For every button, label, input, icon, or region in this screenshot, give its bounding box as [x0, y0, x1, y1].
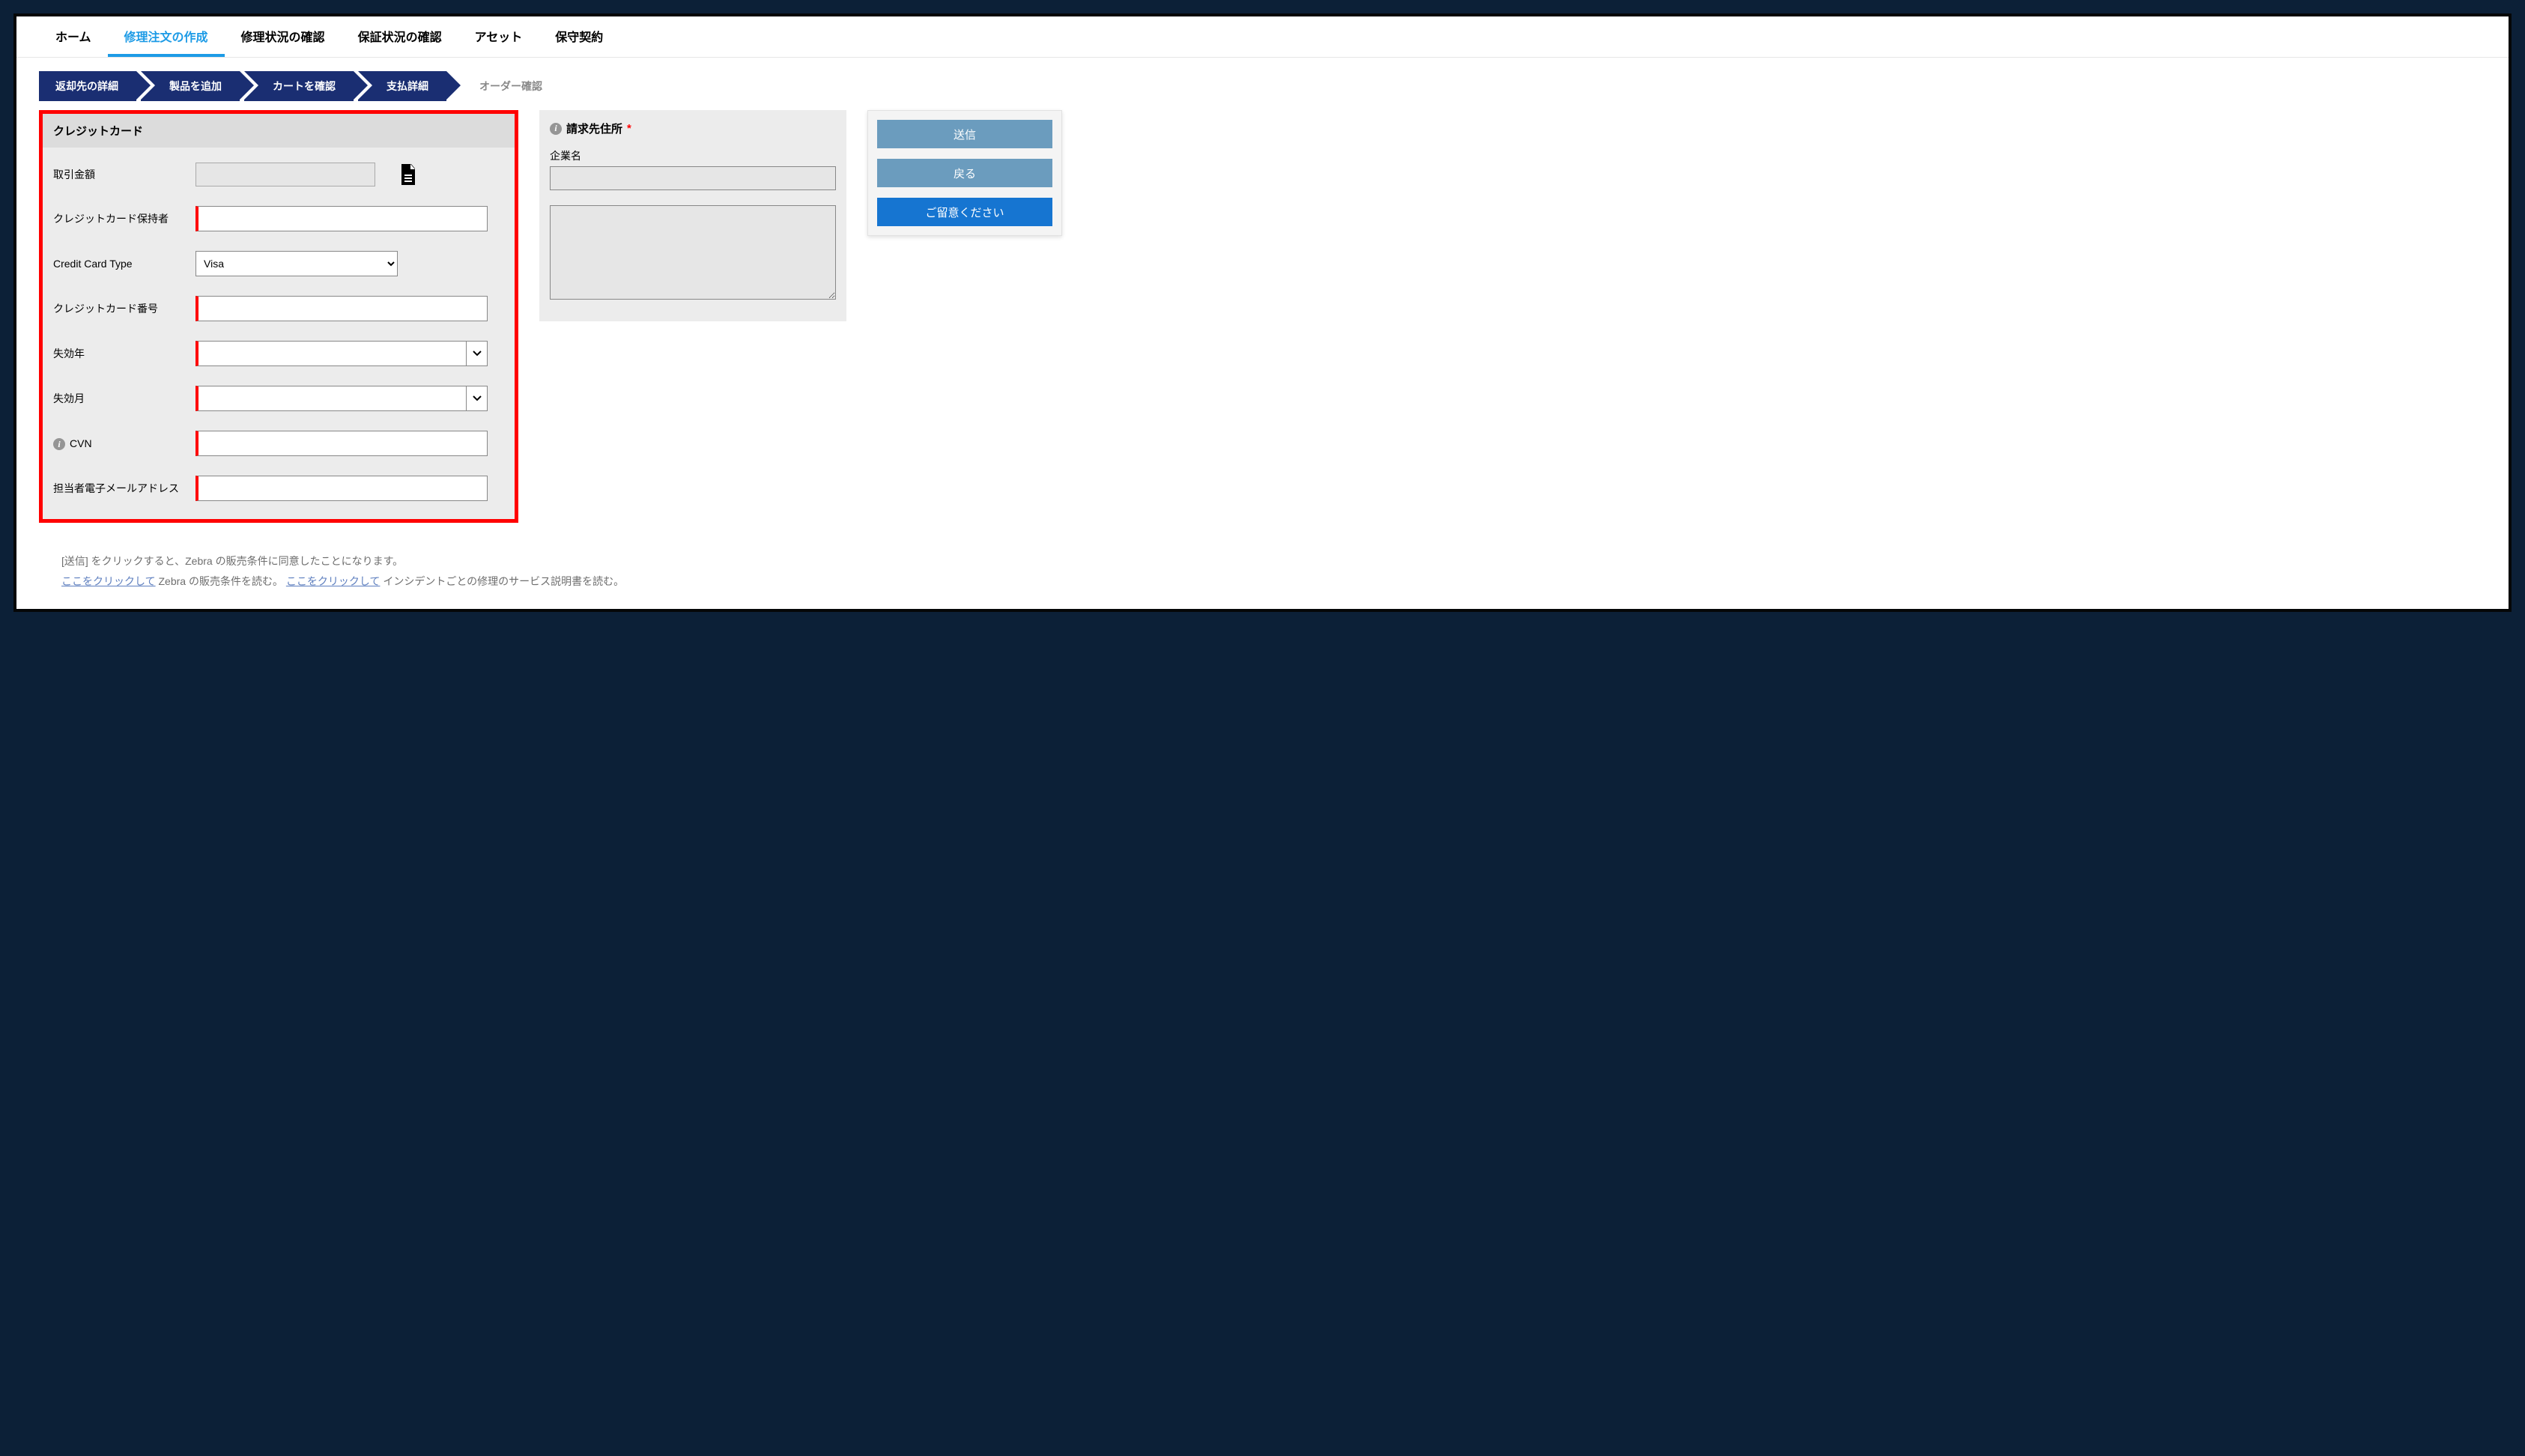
nav-home[interactable]: ホーム [39, 19, 108, 57]
email-label: 担当者電子メールアドレス [53, 482, 195, 495]
nav-repair-status[interactable]: 修理状況の確認 [225, 19, 342, 57]
company-label: 企業名 [550, 148, 836, 163]
address-textarea[interactable] [550, 205, 836, 300]
cvn-label: CVN [70, 437, 92, 449]
billing-address-panel: i 請求先住所 * 企業名 [539, 110, 846, 321]
amount-input[interactable] [195, 163, 375, 186]
step-order-confirm[interactable]: オーダー確認 [451, 71, 560, 101]
exp-month-label: 失効月 [53, 392, 195, 405]
top-nav: ホーム 修理注文の作成 修理状況の確認 保証状況の確認 アセット 保守契約 [16, 16, 2509, 58]
document-icon[interactable] [399, 164, 417, 185]
info-icon[interactable]: i [53, 438, 65, 450]
exp-year-select[interactable] [195, 341, 488, 366]
service-desc-link[interactable]: ここをクリックして [286, 575, 381, 587]
nav-warranty-status[interactable]: 保証状況の確認 [342, 19, 458, 57]
back-button[interactable]: 戻る [877, 159, 1052, 187]
step-payment-details[interactable]: 支払詳細 [358, 71, 446, 101]
step-add-product[interactable]: 製品を追加 [141, 71, 240, 101]
nav-assets[interactable]: アセット [458, 19, 539, 57]
holder-label: クレジットカード保持者 [53, 212, 195, 225]
required-star: * [627, 122, 631, 135]
email-input[interactable] [195, 476, 488, 501]
nav-create-repair[interactable]: 修理注文の作成 [108, 19, 225, 57]
cc-number-label: クレジットカード番号 [53, 302, 195, 315]
submit-button[interactable]: 送信 [877, 120, 1052, 148]
cvn-input[interactable] [195, 431, 488, 456]
billing-heading-row: i 請求先住所 * [539, 110, 846, 142]
cc-type-label: Credit Card Type [53, 257, 195, 270]
note-button[interactable]: ご留意ください [877, 198, 1052, 226]
billing-body: 企業名 [539, 142, 846, 308]
app-frame: ホーム 修理注文の作成 修理状況の確認 保証状況の確認 アセット 保守契約 返却… [13, 13, 2512, 612]
credit-card-heading: クレジットカード [43, 114, 515, 148]
cc-type-select[interactable]: Visa [195, 251, 398, 276]
holder-input[interactable] [195, 206, 488, 231]
info-icon[interactable]: i [550, 123, 562, 135]
chevron-down-icon [466, 386, 487, 410]
chevron-down-icon [466, 342, 487, 365]
footer-text: [送信] をクリックすると、Zebra の販売条件に同意したことになります。 こ… [16, 530, 2509, 609]
credit-card-body: 取引金額 クレジットカード保持者 Credit Card Ty [43, 148, 515, 519]
step-return-details[interactable]: 返却先の詳細 [39, 71, 136, 101]
main-content: クレジットカード 取引金額 クレジットカード保持者 [16, 110, 2509, 530]
exp-year-label: 失効年 [53, 347, 195, 360]
credit-card-panel: クレジットカード 取引金額 クレジットカード保持者 [39, 110, 518, 523]
footer-line1: [送信] をクリックすると、Zebra の販売条件に同意したことになります。 [61, 551, 2464, 571]
company-input[interactable] [550, 166, 836, 190]
footer-mid: Zebra の販売条件を読む。 [156, 575, 286, 587]
terms-link[interactable]: ここをクリックして [61, 575, 156, 587]
cvn-label-wrap: i CVN [53, 437, 195, 451]
cc-number-input[interactable] [195, 296, 488, 321]
footer-end: インシデントごとの修理のサービス説明書を読む。 [380, 575, 624, 587]
step-review-cart[interactable]: カートを確認 [244, 71, 354, 101]
wizard-steps: 返却先の詳細 製品を追加 カートを確認 支払詳細 オーダー確認 [39, 71, 2486, 101]
action-panel: 送信 戻る ご留意ください [867, 110, 1062, 236]
amount-label: 取引金額 [53, 168, 195, 181]
billing-heading: 請求先住所 [566, 121, 622, 136]
exp-month-select[interactable] [195, 386, 488, 411]
nav-maintenance[interactable]: 保守契約 [539, 19, 619, 57]
footer-line2: ここをクリックして Zebra の販売条件を読む。 ここをクリックして インシデ… [61, 571, 2464, 592]
